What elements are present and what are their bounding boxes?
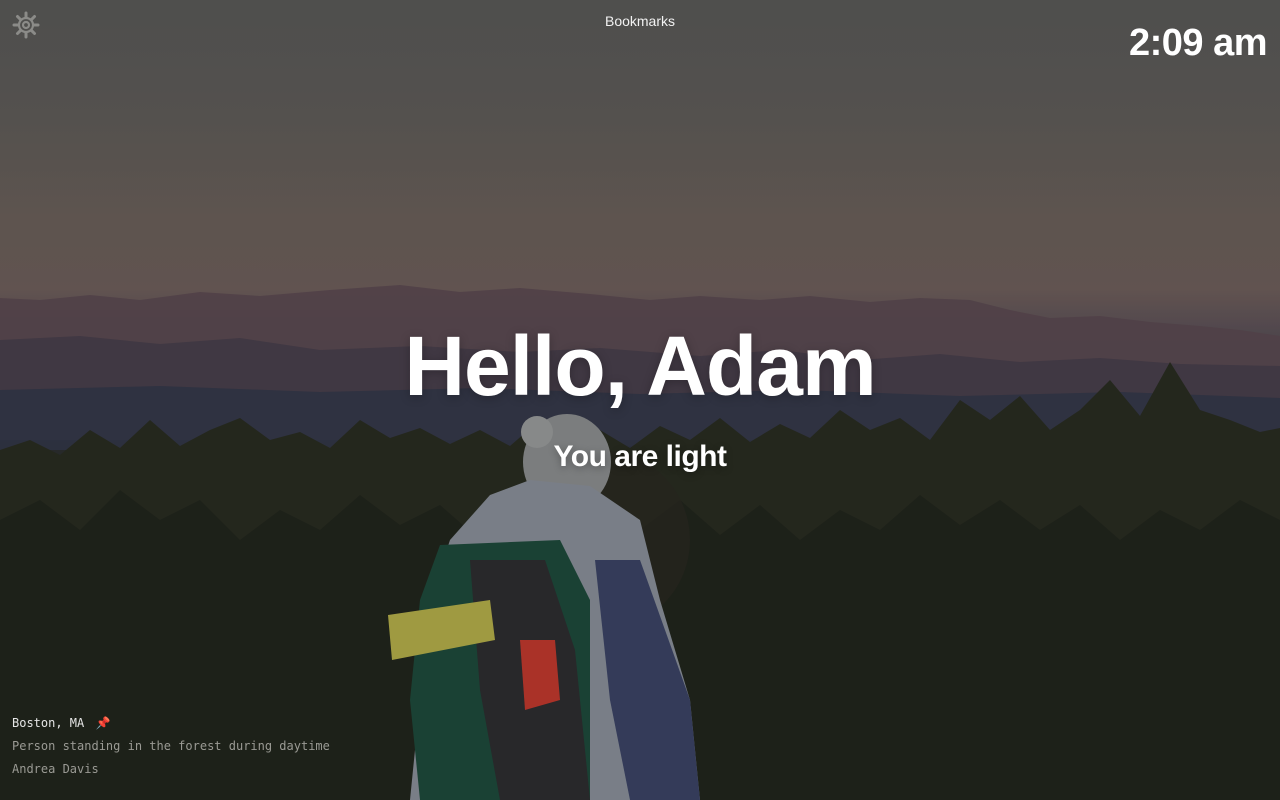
- photo-info: Boston, MA 📌 Person standing in the fore…: [12, 712, 330, 781]
- photo-description[interactable]: Person standing in the forest during day…: [12, 735, 330, 758]
- mantra-text: You are light: [553, 440, 727, 473]
- photo-location-row: Boston, MA 📌: [12, 712, 330, 735]
- photo-location[interactable]: Boston, MA: [12, 716, 84, 730]
- bookmarks-link[interactable]: Bookmarks: [605, 13, 675, 29]
- gear-icon[interactable]: [12, 11, 40, 39]
- pin-icon[interactable]: 📌: [95, 712, 110, 735]
- greeting-heading: Hello, Adam: [404, 319, 876, 413]
- clock: 2:09 am: [1128, 22, 1268, 64]
- photo-author[interactable]: Andrea Davis: [12, 758, 330, 781]
